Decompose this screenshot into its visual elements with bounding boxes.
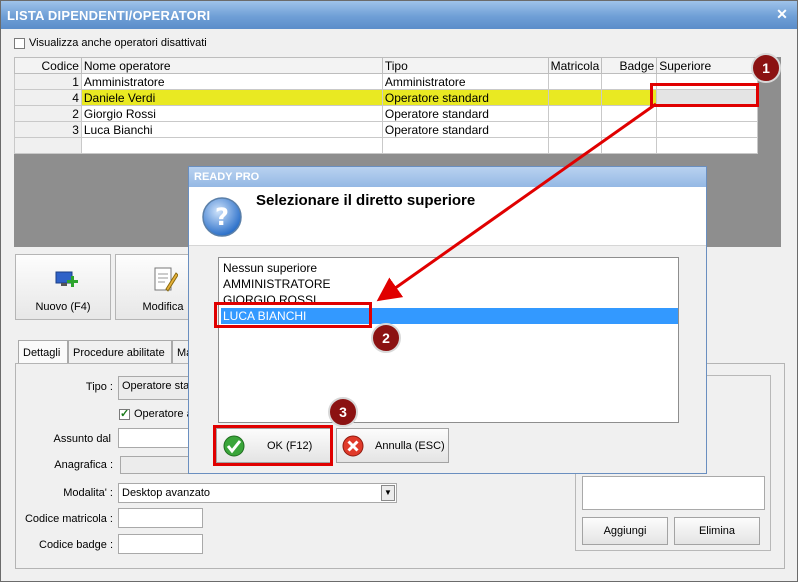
annotation-arrow [376, 102, 657, 302]
annotation-marker-3: 3 [328, 397, 358, 427]
annotation-marker-2: 2 [371, 323, 401, 353]
annotation-marker-1: 1 [751, 53, 781, 83]
